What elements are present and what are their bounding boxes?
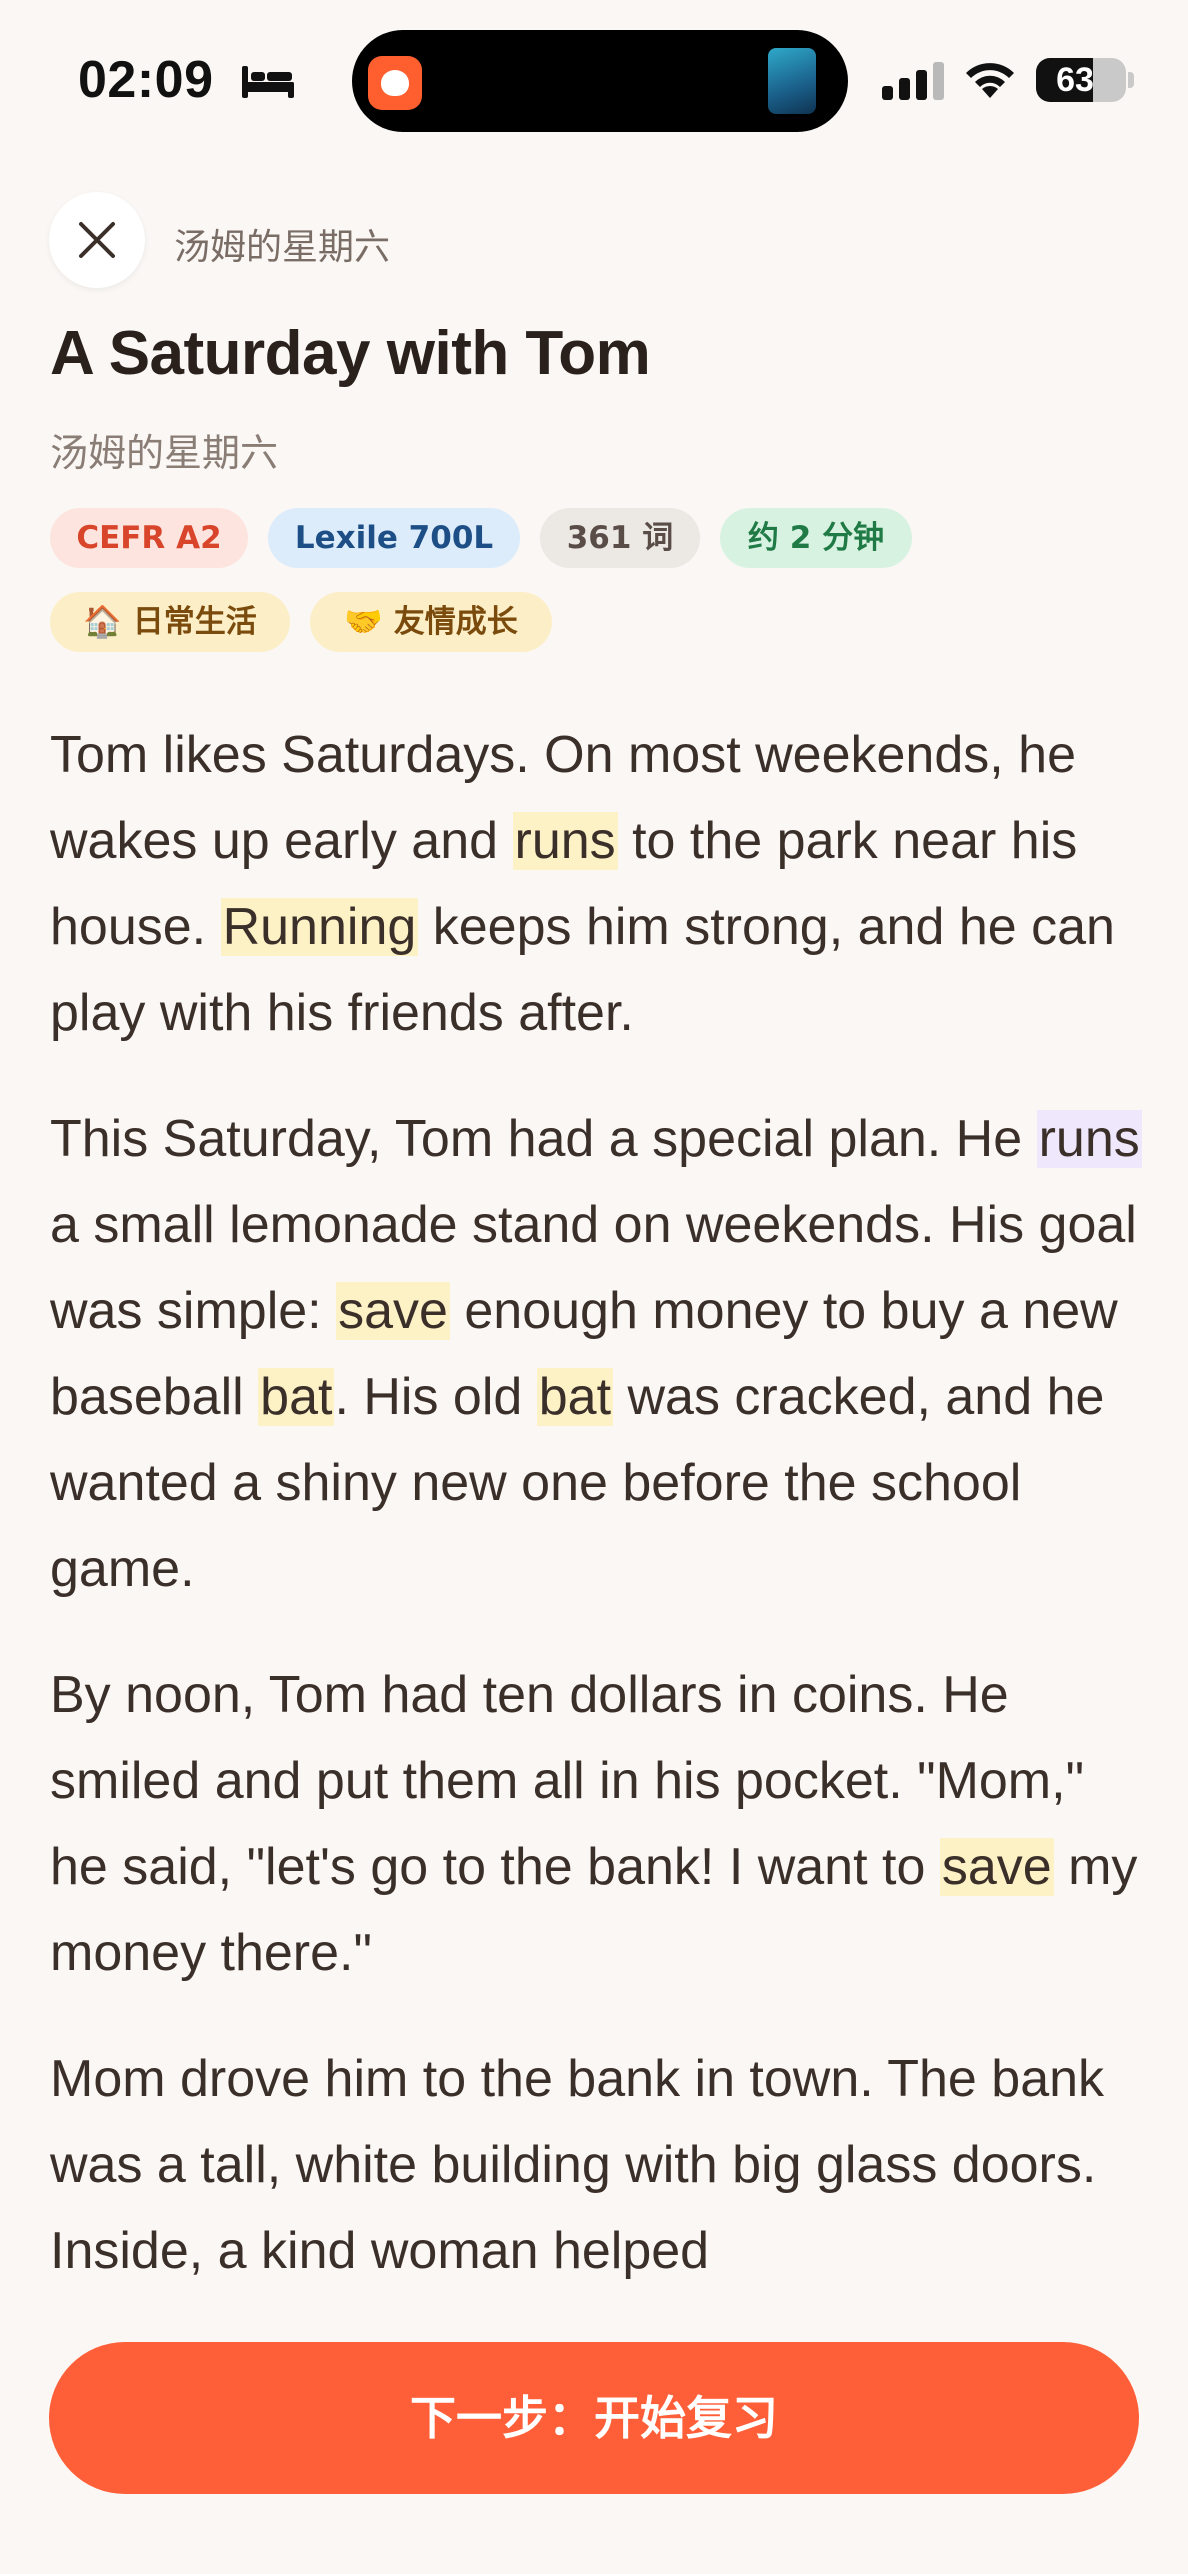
text-segment: Mom drove him to the bank in town. The b…	[50, 2050, 1105, 2280]
bed-icon	[242, 66, 294, 98]
vocab-word[interactable]: save	[336, 1282, 450, 1340]
paragraph-1: Tom likes Saturdays. On most weekends, h…	[50, 712, 1150, 1056]
lexile-badge: Lexile 700L	[268, 508, 520, 568]
story-article: Tom likes Saturdays. On most weekends, h…	[50, 712, 1150, 2280]
wifi-icon	[966, 63, 1014, 98]
vocab-word[interactable]: bat	[536, 1368, 614, 1426]
vocab-word[interactable]: runs	[1036, 1110, 1142, 1168]
text-segment: . His old	[334, 1368, 537, 1426]
cefr-level-badge: CEFR A2	[50, 508, 248, 568]
status-time: 02:09	[78, 51, 214, 109]
word-count-badge: 361 词	[540, 508, 700, 568]
story-title: A Saturday with Tom	[50, 319, 651, 388]
vocab-word[interactable]: save	[939, 1838, 1054, 1896]
app-activity-icon[interactable]	[368, 56, 422, 110]
text-segment: By noon, Tom had ten dollars in coins. H…	[50, 1666, 1085, 1896]
vocab-word[interactable]: Running	[220, 898, 419, 956]
paragraph-3: By noon, Tom had ten dollars in coins. H…	[50, 1652, 1150, 1996]
topic-tag-daily-life: 🏠 日常生活	[50, 592, 290, 652]
reading-page: 02:09 63 汤姆的星期六 A Saturday with Tom 汤姆的星…	[0, 0, 1188, 2574]
vocab-word[interactable]: bat	[258, 1368, 335, 1426]
battery-tip	[1128, 72, 1134, 88]
signal-icon	[882, 62, 944, 100]
paragraph-2: This Saturday, Tom had a special plan. H…	[50, 1096, 1150, 1612]
start-review-button[interactable]: 下一步：开始复习	[49, 2342, 1139, 2494]
status-bar: 02:09 63	[0, 0, 1188, 160]
vocab-word[interactable]: runs	[512, 812, 618, 870]
media-artwork-icon[interactable]	[768, 48, 816, 114]
close-button[interactable]	[49, 192, 145, 288]
paragraph-4: Mom drove him to the bank in town. The b…	[50, 2036, 1150, 2280]
close-icon	[79, 222, 115, 258]
battery-icon: 63	[1036, 58, 1126, 102]
header-title: 汤姆的星期六	[174, 227, 391, 268]
battery-percent: 63	[1056, 61, 1094, 99]
story-subtitle: 汤姆的星期六	[50, 431, 279, 475]
text-segment: This Saturday, Tom had a special plan. H…	[50, 1110, 1037, 1168]
topic-tag-friendship: 🤝 友情成长	[310, 592, 552, 652]
reading-time-badge: 约 2 分钟	[720, 508, 912, 568]
